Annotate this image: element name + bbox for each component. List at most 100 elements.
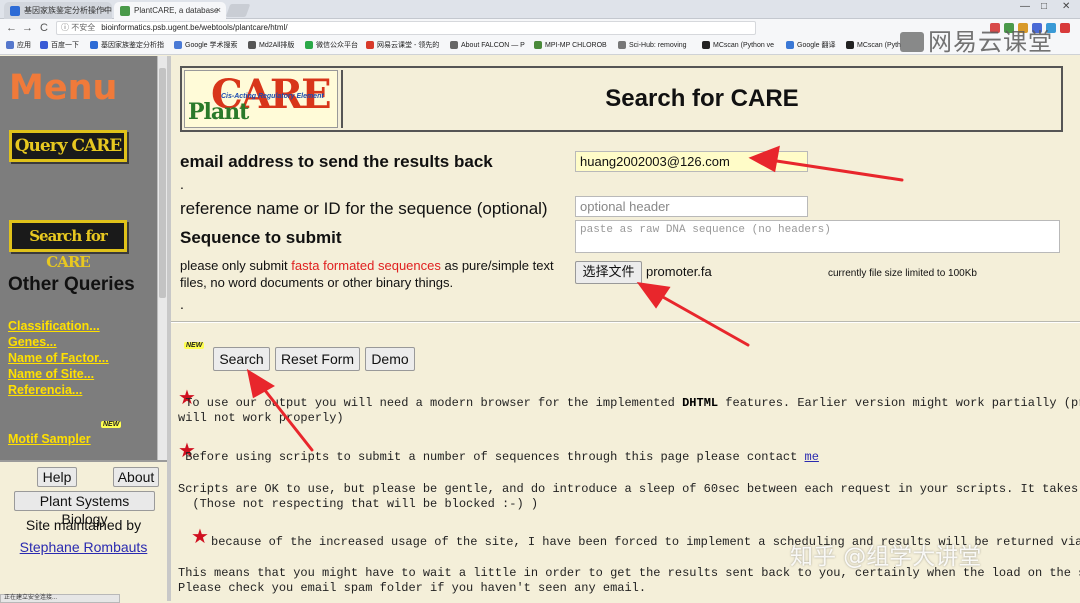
reference-input[interactable]: optional header <box>575 196 808 217</box>
help-button[interactable]: Help <box>37 467 77 487</box>
scripts-rate-note: Scripts are OK to use, but please be gen… <box>178 482 1080 496</box>
tab-title: 基因家族鉴定分析操作中 <box>24 6 112 15</box>
bookmark-icon <box>450 41 458 49</box>
scripts-note: Before using scripts to submit a number … <box>178 450 819 464</box>
query-links: Classification... Genes... Name of Facto… <box>8 318 109 398</box>
info-frame: Help About Plant Systems Biology Site ma… <box>0 460 167 600</box>
contact-me-link[interactable]: me <box>805 450 819 464</box>
netease-logo-icon <box>900 32 924 52</box>
tab-favicon-icon <box>120 6 130 16</box>
tab-close-icon[interactable]: × <box>102 2 107 19</box>
link-name-of-site[interactable]: Name of Site... <box>8 366 109 382</box>
link-classification[interactable]: Classification... <box>8 318 109 334</box>
bookmark-item[interactable]: Google 翻译 <box>786 40 836 51</box>
fasta-link[interactable]: fasta formated sequences <box>291 258 441 273</box>
bookmark-icon <box>534 41 542 49</box>
extension-icon[interactable] <box>1060 23 1070 33</box>
bookmark-item[interactable]: 微信公众平台 <box>305 40 358 51</box>
bookmark-item[interactable]: Md2All排版 <box>248 40 294 51</box>
link-genes[interactable]: Genes... <box>8 334 109 350</box>
forward-icon[interactable]: → <box>22 21 33 35</box>
maximize-icon[interactable]: □ <box>1041 1 1047 12</box>
star-icon: ★ <box>191 526 209 548</box>
link-motif-sampler[interactable]: Motif Sampler <box>8 432 91 446</box>
bookmark-item[interactable]: About FALCON — P <box>450 40 525 51</box>
maintained-by-label: Site maintained by <box>25 517 142 533</box>
new-tab-button[interactable] <box>225 4 251 17</box>
tab-favicon-icon <box>10 6 20 16</box>
tab-gene-family[interactable]: 基因家族鉴定分析操作中 × <box>4 2 112 19</box>
new-badge: NEW <box>184 342 205 349</box>
file-size-limit: currently file size limited to 100Kb <box>828 268 977 279</box>
reset-form-button[interactable]: Reset Form <box>275 347 360 371</box>
new-badge: NEW <box>101 421 122 428</box>
search-button[interactable]: Search <box>213 347 270 371</box>
plant-systems-biology-button[interactable]: Plant Systems Biology <box>14 491 155 527</box>
sequence-textarea[interactable]: paste as raw DNA sequence (no headers) <box>575 220 1060 253</box>
reference-label: reference name or ID for the sequence (o… <box>180 199 548 218</box>
bookmark-icon <box>786 41 794 49</box>
spam-note: Please check you email spam folder if yo… <box>178 581 647 595</box>
link-name-of-factor[interactable]: Name of Factor... <box>8 350 109 366</box>
back-icon[interactable]: ← <box>6 21 17 35</box>
tab-title: PlantCARE, a database <box>134 6 219 15</box>
horizontal-rule <box>171 321 1080 323</box>
bookmark-item[interactable]: 基因家族鉴定分析指 <box>90 40 164 51</box>
bookmark-icon <box>40 41 48 49</box>
tab-close-icon[interactable]: × <box>216 2 221 19</box>
zhihu-watermark: 知乎 @组学大讲堂 <box>790 544 982 570</box>
bookmark-item[interactable]: MPI-MP CHLOROB <box>534 40 607 51</box>
menu-title: Menu <box>9 68 118 108</box>
page-header: CARE Cis-Acting Regulatory Element Plant… <box>180 66 1063 132</box>
logo-plant-text: Plant <box>188 99 249 125</box>
browser-tab-bar: 基因家族鉴定分析操作中 × PlantCARE, a database × — … <box>0 0 1080 19</box>
bookmark-icon <box>305 41 313 49</box>
bookmark-item[interactable]: 百度一下 <box>40 40 79 51</box>
bookmark-icon <box>248 41 256 49</box>
demo-button[interactable]: Demo <box>365 347 415 371</box>
bookmark-icon <box>366 41 374 49</box>
selected-file-name: promoter.fa <box>646 264 712 279</box>
url-field[interactable]: ⓘ 不安全 bioinformatics.psb.ugent.be/webtool… <box>56 21 756 35</box>
bookmark-item[interactable]: MCscan (Pyth <box>846 40 901 51</box>
github-icon <box>702 41 710 49</box>
bookmark-item[interactable]: MCscan (Python ve <box>702 40 774 51</box>
security-indicator[interactable]: ⓘ 不安全 <box>61 23 95 32</box>
other-queries-heading: Other Queries <box>8 274 135 295</box>
minimize-icon[interactable]: — <box>1020 1 1030 12</box>
scrollbar-thumb[interactable] <box>159 68 166 298</box>
link-referencia[interactable]: Referencia... <box>8 382 109 398</box>
menu-frame: Menu Query CARE Search for CARE Other Qu… <box>0 56 167 460</box>
query-care-button[interactable]: Query CARE <box>9 130 127 162</box>
bookmark-item[interactable]: Sci-Hub: removing <box>618 40 687 51</box>
page-title: Search for CARE <box>605 85 799 112</box>
video-watermark: 网易云课堂 <box>900 22 1053 57</box>
about-button[interactable]: About <box>113 467 159 487</box>
github-icon <box>846 41 854 49</box>
close-window-icon[interactable]: ✕ <box>1062 1 1070 12</box>
bookmark-icon <box>174 41 182 49</box>
choose-file-button[interactable]: 选择文件 <box>575 261 642 284</box>
separator-dot: . <box>180 176 184 192</box>
bookmark-icon <box>90 41 98 49</box>
email-field[interactable]: huang2002003@126.com <box>575 151 808 172</box>
reload-icon[interactable]: C <box>40 21 48 35</box>
browser-note: To use our output you will need a modern… <box>178 396 1080 410</box>
scripts-block-note: (Those not respecting that will be block… <box>178 497 539 511</box>
email-label: email address to send the results back <box>180 152 493 171</box>
maintainer-link[interactable]: Stephane Rombauts <box>0 539 167 555</box>
bookmark-item[interactable]: 网易云课堂 - 领先的 <box>366 40 439 51</box>
url-text: bioinformatics.psb.ugent.be/webtools/pla… <box>101 23 288 32</box>
status-bar: 正在建立安全连接... <box>0 594 120 603</box>
search-for-care-button[interactable]: Search for CARE <box>9 220 127 271</box>
bookmark-item[interactable]: Google 学术搜索 <box>174 40 238 51</box>
main-frame: CARE Cis-Acting Regulatory Element Plant… <box>171 56 1080 601</box>
bookmark-apps[interactable]: 应用 <box>6 40 31 51</box>
menu-scrollbar[interactable] <box>157 56 167 460</box>
tab-plantcare[interactable]: PlantCARE, a database × <box>114 2 226 19</box>
plantcare-logo: CARE Cis-Acting Regulatory Element Plant <box>184 70 338 128</box>
browser-note-cont: will not work properly) <box>178 411 344 425</box>
upload-note: please only submit fasta formated sequen… <box>180 258 554 290</box>
bookmark-icon <box>618 41 626 49</box>
sequence-label: Sequence to submit <box>180 228 342 247</box>
